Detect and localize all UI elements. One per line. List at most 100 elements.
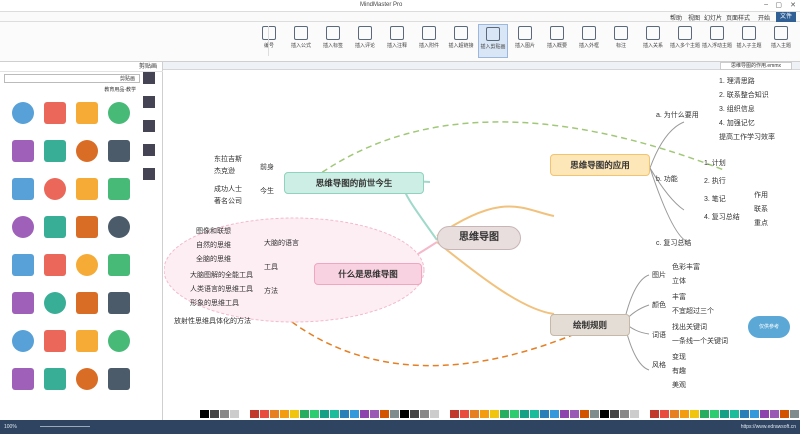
palette-swatch[interactable] (200, 410, 209, 418)
palette-swatch[interactable] (540, 410, 549, 418)
palette-swatch[interactable] (310, 410, 319, 418)
zoom-slider[interactable] (40, 426, 90, 427)
style-icon[interactable] (143, 72, 155, 84)
clipart-8[interactable] (12, 178, 34, 200)
clipart-17[interactable] (44, 254, 66, 276)
ribbon-formula[interactable]: 插入公式 (286, 24, 316, 58)
clipart-27[interactable] (108, 330, 130, 352)
palette-swatch[interactable] (730, 410, 739, 418)
leaf-n1_why-0[interactable]: 1. 理清思路 (719, 76, 755, 86)
ribbon-clipart[interactable]: 插入剪贴画 (478, 24, 508, 58)
menu-help[interactable]: 帮助 (670, 13, 682, 22)
clipart-category[interactable]: 教育用品-教学 (4, 86, 140, 94)
ribbon-frame[interactable]: 插入外框 (574, 24, 604, 58)
root-node[interactable]: 思维导图 (437, 226, 521, 250)
palette-swatch[interactable] (490, 410, 499, 418)
leaf-n3_brain-1[interactable]: 自然的思维 (196, 240, 231, 250)
palette-swatch[interactable] (760, 410, 769, 418)
palette-swatch[interactable] (670, 410, 679, 418)
leaf-n1_kids-2[interactable]: c. 复习总结 (656, 238, 691, 248)
leaf-n1_func-3[interactable]: 4. 复习总结 (704, 212, 740, 222)
palette-swatch[interactable] (480, 410, 489, 418)
palette-swatch[interactable] (500, 410, 509, 418)
leaf-n1_why-4[interactable]: 提高工作学习效率 (719, 132, 775, 142)
ribbon-insert-multi[interactable]: 插入多个主题 (670, 24, 700, 58)
palette-swatch[interactable] (240, 410, 249, 418)
menu-start[interactable]: 开始 (758, 13, 770, 22)
leaf-n1_func-0[interactable]: 1. 计划 (704, 158, 726, 168)
clipart-14[interactable] (76, 216, 98, 238)
branch-history[interactable]: 思维导图的前世今生 (284, 172, 424, 194)
leaf-n3_tool-1[interactable]: 人类语言的思维工具 (190, 284, 253, 294)
leaf-n2_now-1[interactable]: 著名公司 (214, 196, 242, 206)
ribbon-hyperlink[interactable]: 插入超链接 (446, 24, 476, 58)
palette-swatch[interactable] (260, 410, 269, 418)
palette-swatch[interactable] (430, 410, 439, 418)
clipart-10[interactable] (76, 178, 98, 200)
clipart-4[interactable] (12, 140, 34, 162)
palette-swatch[interactable] (590, 410, 599, 418)
menu-slides[interactable]: 幻灯片 (704, 13, 722, 22)
clipart-19[interactable] (108, 254, 130, 276)
palette-swatch[interactable] (660, 410, 669, 418)
palette-swatch[interactable] (450, 410, 459, 418)
clipart-26[interactable] (76, 330, 98, 352)
leaf-n3_brain-0[interactable]: 图像和联想 (196, 226, 231, 236)
maximize-icon[interactable]: ▢ (775, 1, 782, 9)
ribbon-summary[interactable]: 插入概要 (542, 24, 572, 58)
clipart-7[interactable] (108, 140, 130, 162)
palette-swatch[interactable] (710, 410, 719, 418)
palette-swatch[interactable] (770, 410, 779, 418)
leaf-n4_word-1[interactable]: 一条线一个关键词 (672, 336, 728, 346)
clipart-select[interactable]: 剪贴画 (4, 74, 140, 83)
palette-swatch[interactable] (250, 410, 259, 418)
palette-swatch[interactable] (530, 410, 539, 418)
palette-swatch[interactable] (510, 410, 519, 418)
palette-swatch[interactable] (580, 410, 589, 418)
ribbon-callout[interactable]: 标注 (606, 24, 636, 58)
leaf-n4_pic-0[interactable]: 色彩丰富 (672, 262, 700, 272)
leaf-n3_way-0[interactable]: 放射性思维具体化的方法 (174, 316, 251, 326)
tab-document[interactable]: 思维导图的作用.emmx (719, 62, 792, 70)
palette-swatch[interactable] (460, 410, 469, 418)
ribbon-insert-topic[interactable]: 插入主题 (766, 24, 796, 58)
palette-swatch[interactable] (320, 410, 329, 418)
clipart-23[interactable] (108, 292, 130, 314)
ribbon-insert-float[interactable]: 插入浮动主题 (702, 24, 732, 58)
home-icon[interactable] (143, 120, 155, 132)
palette-swatch[interactable] (550, 410, 559, 418)
ribbon-image[interactable]: 插入图片 (510, 24, 540, 58)
leaf-n1_why-2[interactable]: 3. 组织信息 (719, 104, 755, 114)
clipart-1[interactable] (44, 102, 66, 124)
palette-swatch[interactable] (290, 410, 299, 418)
clipart-18[interactable] (76, 254, 98, 276)
leaf-n4_color-1[interactable]: 不宜超过三个 (672, 306, 714, 316)
palette-swatch[interactable] (300, 410, 309, 418)
palette-swatch[interactable] (340, 410, 349, 418)
branch-rules[interactable]: 绘制规则 (550, 314, 630, 336)
palette-swatch[interactable] (780, 410, 789, 418)
leaf-n1_why-1[interactable]: 2. 联系整合知识 (719, 90, 769, 100)
clipart-5[interactable] (44, 140, 66, 162)
clipart-25[interactable] (44, 330, 66, 352)
palette-swatch[interactable] (640, 410, 649, 418)
palette-swatch[interactable] (400, 410, 409, 418)
palette-swatch[interactable] (610, 410, 619, 418)
palette-swatch[interactable] (630, 410, 639, 418)
minimize-icon[interactable]: – (764, 1, 768, 8)
palette-swatch[interactable] (620, 410, 629, 418)
leaf-n3_tool-2[interactable]: 形象的思维工具 (190, 298, 239, 308)
layout-icon[interactable] (143, 168, 155, 180)
leaf-n2_kids-0[interactable]: 前身 (260, 162, 274, 172)
ribbon-numbering[interactable]: 编号 (254, 24, 284, 58)
mindmap-canvas[interactable]: 思维导图 思维导图的应用 思维导图的前世今生 什么是思维导图 绘制规则 a. 为… (164, 70, 800, 410)
leaf-n4_color-0[interactable]: 丰富 (672, 292, 686, 302)
leaf-n2_now-0[interactable]: 成功人士 (214, 184, 242, 194)
leaf-n3_kids-0[interactable]: 大脑的语言 (264, 238, 299, 248)
leaf-n3_kids-2[interactable]: 方法 (264, 286, 278, 296)
leaf-n3_brain-2[interactable]: 全脑的思维 (196, 254, 231, 264)
clipart-3[interactable] (108, 102, 130, 124)
palette-swatch[interactable] (360, 410, 369, 418)
leaf-n1_kids-0[interactable]: a. 为什么要用 (656, 110, 699, 120)
leaf-n4_kids-2[interactable]: 词语 (652, 330, 666, 340)
